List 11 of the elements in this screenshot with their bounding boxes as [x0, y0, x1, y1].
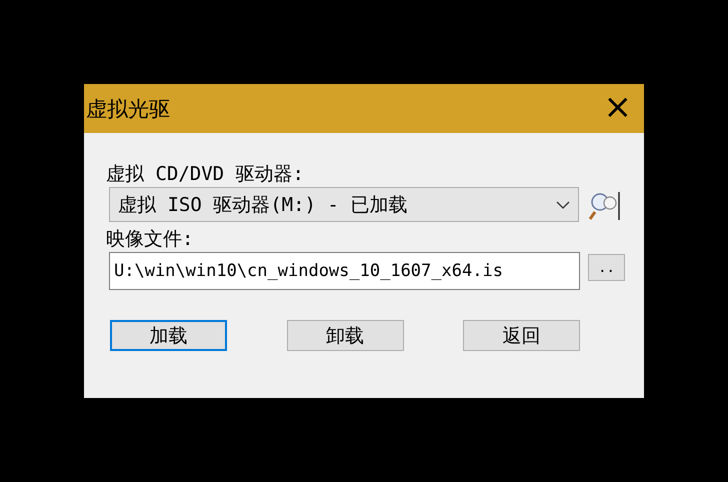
image-file-label: 映像文件:	[106, 228, 194, 250]
window-title: 虚拟光驱	[85, 96, 170, 122]
dialog-button[interactable]: 返回	[463, 320, 580, 351]
dialog-button[interactable]: 卸载	[286, 320, 404, 351]
dialog-button[interactable]: 加载	[110, 320, 227, 351]
image-path-field[interactable]: U:\win\win10\cn_windows_10_1607_x64.is	[109, 252, 580, 290]
drive-dropdown[interactable]: 虚拟 ISO 驱动器(M:) - 已加载	[109, 187, 579, 222]
drive-label: 虚拟 CD/DVD 驱动器:	[106, 163, 305, 185]
close-button[interactable]: ×	[592, 90, 644, 128]
browse-button[interactable]: ..	[588, 254, 625, 281]
chevron-down-icon	[556, 200, 570, 208]
